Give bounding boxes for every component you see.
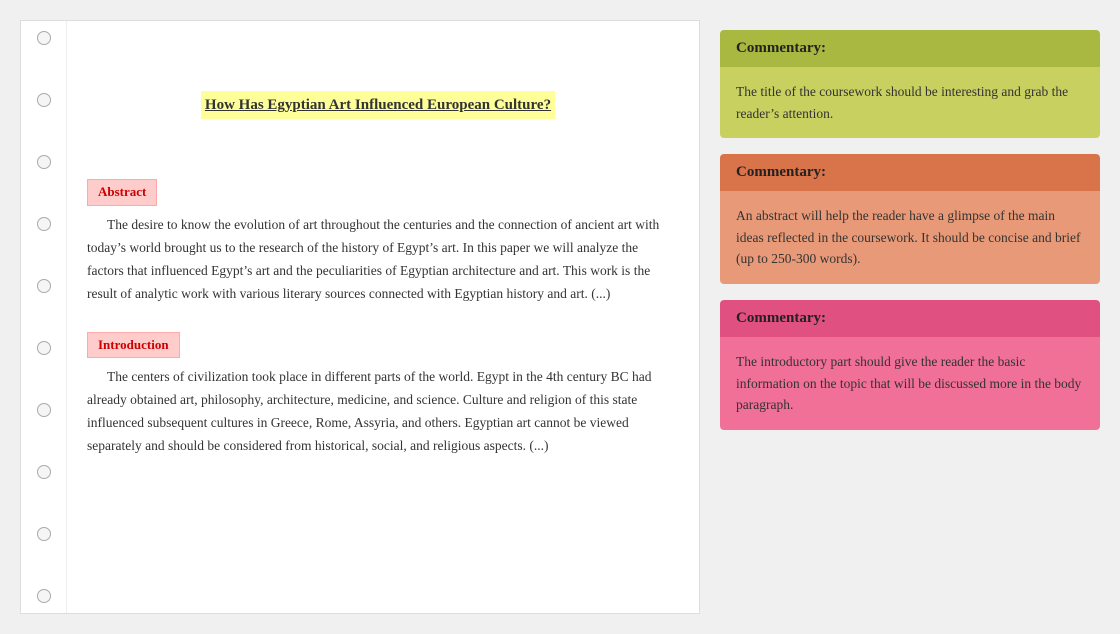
commentary-card-2: Commentary: An abstract will help the re… xyxy=(720,154,1100,284)
doc-content: How Has Egyptian Art Influenced European… xyxy=(67,21,699,613)
document-panel: How Has Egyptian Art Influenced European… xyxy=(20,20,700,614)
abstract-label: Abstract xyxy=(87,179,157,206)
bullet-1 xyxy=(37,31,51,45)
bullets-column xyxy=(21,21,67,613)
introduction-label: Introduction xyxy=(87,332,180,359)
commentary-card-3: Commentary: The introductory part should… xyxy=(720,300,1100,430)
commentary-3-header: Commentary: xyxy=(720,300,1100,337)
bullet-5 xyxy=(37,279,51,293)
introduction-text: The centers of civilization took place i… xyxy=(87,366,669,458)
bullet-10 xyxy=(37,589,51,603)
commentary-panel: Commentary: The title of the coursework … xyxy=(720,20,1100,614)
abstract-text: The desire to know the evolution of art … xyxy=(87,214,669,306)
commentary-2-body: An abstract will help the reader have a … xyxy=(720,191,1100,284)
bullet-7 xyxy=(37,403,51,417)
introduction-section: Introduction The centers of civilization… xyxy=(87,316,669,459)
bullet-9 xyxy=(37,527,51,541)
bullet-4 xyxy=(37,217,51,231)
bullet-3 xyxy=(37,155,51,169)
commentary-1-body: The title of the coursework should be in… xyxy=(720,67,1100,138)
doc-title: How Has Egyptian Art Influenced European… xyxy=(201,91,555,119)
commentary-3-body: The introductory part should give the re… xyxy=(720,337,1100,430)
commentary-card-1: Commentary: The title of the coursework … xyxy=(720,30,1100,138)
doc-title-wrapper: How Has Egyptian Art Influenced European… xyxy=(87,41,669,143)
commentary-2-header: Commentary: xyxy=(720,154,1100,191)
bullet-2 xyxy=(37,93,51,107)
commentary-1-header: Commentary: xyxy=(720,30,1100,67)
bullet-8 xyxy=(37,465,51,479)
bullet-6 xyxy=(37,341,51,355)
abstract-section: Abstract The desire to know the evolutio… xyxy=(87,163,669,306)
